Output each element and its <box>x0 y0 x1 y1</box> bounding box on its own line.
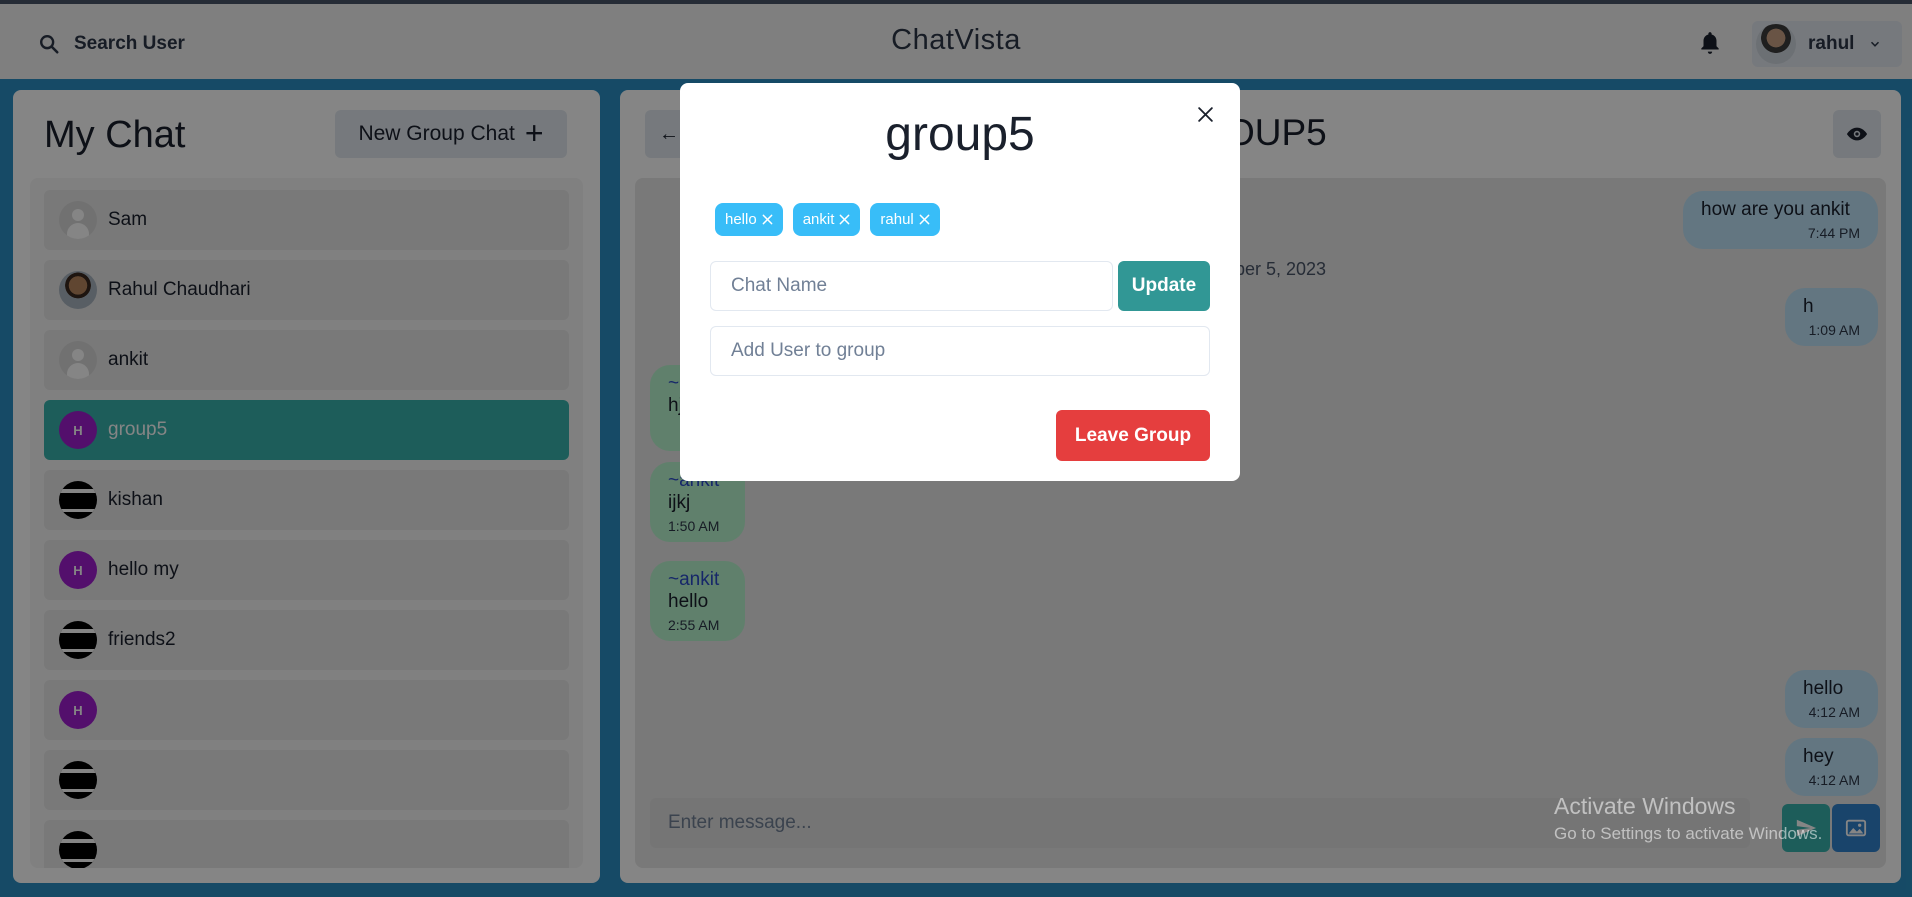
member-tag-label: rahul <box>880 211 914 228</box>
member-tag-label: hello <box>725 211 757 228</box>
remove-member-icon[interactable] <box>839 214 850 225</box>
remove-member-icon[interactable] <box>762 214 773 225</box>
close-icon <box>1197 106 1213 122</box>
modal-title: group5 <box>885 108 1035 161</box>
leave-group-button[interactable]: Leave Group <box>1056 410 1210 461</box>
watermark-subtitle: Go to Settings to activate Windows. <box>1554 824 1823 843</box>
close-button[interactable] <box>1191 100 1219 128</box>
watermark-title: Activate Windows <box>1554 793 1736 819</box>
add-user-input[interactable]: Add User to group <box>710 326 1210 376</box>
update-button[interactable]: Update <box>1118 261 1210 311</box>
chat-name-input[interactable]: Chat Name <box>710 261 1113 311</box>
member-tag-label: ankit <box>802 211 835 228</box>
member-tag-ankit[interactable]: ankit <box>792 203 861 236</box>
remove-member-icon[interactable] <box>919 214 930 225</box>
member-tags: hello ankit rahul <box>715 203 940 236</box>
member-tag-rahul[interactable]: rahul <box>870 203 940 236</box>
group-settings-modal: group5 hello ankit rahul Chat Name Updat… <box>680 83 1240 481</box>
member-tag-hello[interactable]: hello <box>715 203 783 236</box>
activate-windows-watermark: Activate Windows Go to Settings to activ… <box>1554 793 1822 844</box>
